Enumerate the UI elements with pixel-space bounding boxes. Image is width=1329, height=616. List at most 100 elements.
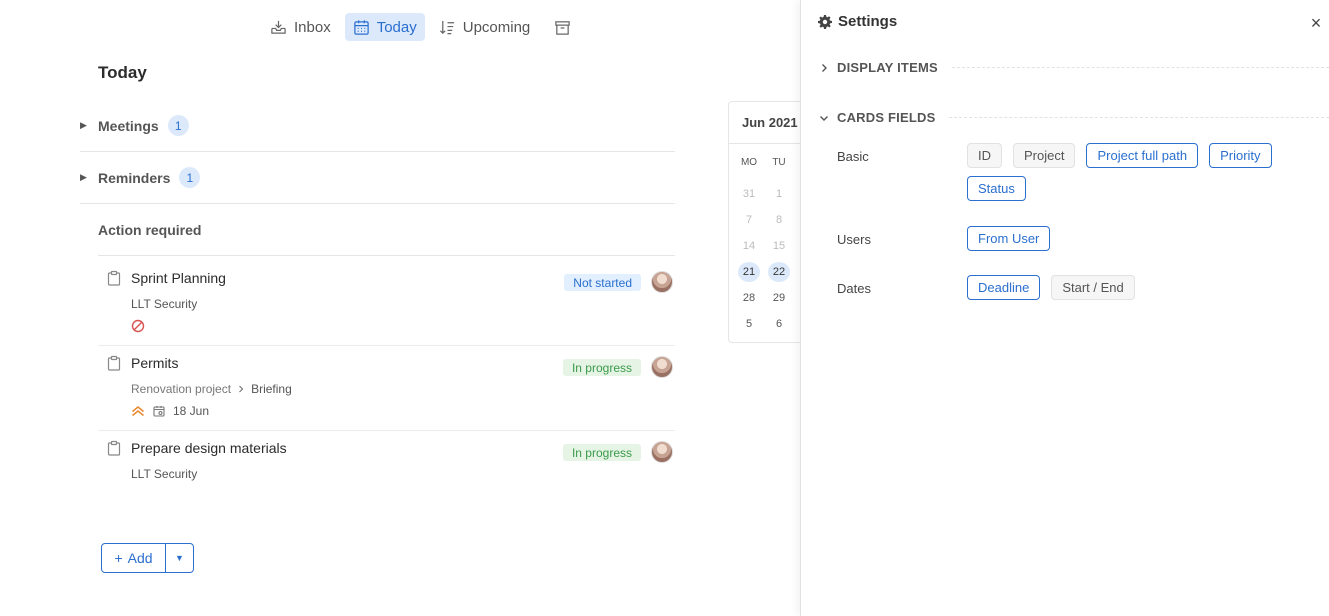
avatar[interactable]	[651, 356, 673, 378]
settings-panel: Settings × DISPLAY ITEMS CARDS FIELDS Ba…	[800, 0, 1329, 616]
calendar-day[interactable]: 5	[738, 314, 760, 334]
calendar-day-highlighted[interactable]: 22	[768, 262, 790, 282]
chip-project-full-path[interactable]: Project full path	[1086, 143, 1199, 168]
display-items-label: DISPLAY ITEMS	[837, 60, 938, 75]
add-button-label: Add	[127, 550, 153, 566]
calendar-day[interactable]: 28	[738, 288, 760, 308]
close-icon[interactable]: ×	[1307, 14, 1325, 32]
chip-priority[interactable]: Priority	[1209, 143, 1272, 168]
field-group-basic-label: Basic	[837, 149, 869, 164]
status-badge[interactable]: Not started	[564, 274, 641, 291]
settings-title-label: Settings	[838, 13, 898, 30]
caret-down-icon: ▼	[175, 553, 184, 563]
calendar-month[interactable]: Jun 2021	[729, 102, 808, 144]
task-row[interactable]: Permits Renovation project Briefing In p…	[98, 347, 675, 431]
chevron-right-icon	[822, 63, 827, 72]
chip-from-user[interactable]: From User	[967, 226, 1051, 251]
clipboard-icon	[107, 440, 121, 456]
chip-status[interactable]: Status	[967, 176, 1026, 201]
gear-icon	[818, 14, 832, 29]
expand-caret-icon[interactable]: ▶	[80, 120, 98, 131]
field-group-users-chips: From User	[967, 226, 1287, 251]
section-reminders[interactable]: ▶ Reminders 1	[80, 152, 675, 204]
field-group-basic-chips: ID Project Project full path Priority St…	[967, 143, 1287, 201]
nav-upcoming[interactable]: Upcoming	[431, 13, 539, 41]
avatar[interactable]	[651, 271, 673, 293]
count-badge: 1	[167, 115, 189, 136]
nav-archive[interactable]	[548, 13, 577, 41]
display-items-header[interactable]: DISPLAY ITEMS	[819, 60, 1329, 75]
chip-project[interactable]: Project	[1013, 143, 1076, 168]
clipboard-icon	[107, 270, 121, 286]
task-row[interactable]: Sprint Planning LLT Security Not started	[98, 262, 675, 346]
calendar-day-highlighted[interactable]: 21	[738, 262, 760, 282]
task-title[interactable]: Permits	[131, 355, 178, 371]
section-meetings-label: Meetings	[98, 117, 159, 134]
nav-today-label: Today	[376, 18, 417, 36]
clipboard-icon	[107, 355, 121, 371]
nav-inbox-label: Inbox	[294, 18, 331, 36]
count-badge: 1	[179, 167, 201, 188]
nav-upcoming-label: Upcoming	[462, 18, 531, 36]
project-name[interactable]: LLT Security	[131, 467, 197, 481]
status-badge[interactable]: In progress	[562, 444, 641, 461]
calendar-day[interactable]: 14	[738, 236, 760, 256]
weekday-label: MO	[740, 157, 758, 168]
chevron-right-icon	[239, 385, 244, 393]
mini-calendar: Jun 2021 MO TU 31 1 7 8 14 15 21 22 28 2…	[728, 101, 808, 343]
add-button-group: + Add ▼	[101, 543, 194, 573]
calendar-day[interactable]: 8	[768, 210, 790, 230]
task-meta	[131, 319, 145, 333]
task-row[interactable]: Prepare design materials LLT Security In…	[98, 432, 675, 492]
calendar-day[interactable]: 29	[768, 288, 790, 308]
top-nav: Inbox Today Upcoming	[262, 13, 577, 41]
calendar-icon	[353, 19, 369, 35]
section-reminders-label: Reminders	[98, 169, 171, 186]
divider	[951, 67, 1329, 68]
section-action-required: Action required	[98, 204, 675, 256]
project-name[interactable]: LLT Security	[131, 297, 197, 311]
nav-today[interactable]: Today	[344, 13, 425, 41]
add-dropdown-button[interactable]: ▼	[166, 544, 193, 572]
cards-fields-label: CARDS FIELDS	[837, 110, 936, 125]
chevron-down-icon	[820, 115, 828, 121]
task-title[interactable]: Prepare design materials	[131, 440, 287, 456]
divider	[949, 117, 1329, 118]
task-title[interactable]: Sprint Planning	[131, 270, 226, 286]
field-group-dates-chips: Deadline Start / End	[967, 275, 1287, 300]
subproject-name[interactable]: Briefing	[251, 382, 292, 396]
task-project: LLT Security	[131, 297, 197, 311]
page-title: Today	[98, 63, 147, 82]
archive-icon	[555, 20, 570, 35]
field-group-dates-label: Dates	[837, 281, 871, 296]
deadline-date[interactable]: 18 Jun	[173, 404, 209, 418]
field-group-users-label: Users	[837, 232, 871, 247]
avatar[interactable]	[651, 441, 673, 463]
sort-list-icon	[439, 20, 454, 34]
chip-deadline[interactable]: Deadline	[967, 275, 1041, 300]
section-meetings[interactable]: ▶ Meetings 1	[80, 100, 675, 152]
status-badge[interactable]: In progress	[562, 359, 641, 376]
calendar-day[interactable]: 1	[768, 184, 790, 204]
task-project: Renovation project Briefing	[131, 382, 292, 396]
calendar-day[interactable]: 31	[738, 184, 760, 204]
inbox-icon	[271, 20, 286, 34]
chip-start-end[interactable]: Start / End	[1051, 275, 1135, 300]
cards-fields-header[interactable]: CARDS FIELDS	[819, 110, 1329, 125]
nav-inbox[interactable]: Inbox	[262, 13, 339, 41]
deadline-calendar-icon	[153, 406, 165, 417]
calendar-day[interactable]: 7	[738, 210, 760, 230]
project-name[interactable]: Renovation project	[131, 382, 231, 396]
task-project: LLT Security	[131, 467, 197, 481]
add-button[interactable]: + Add	[102, 544, 166, 572]
section-action-label: Action required	[98, 221, 202, 238]
task-meta: 18 Jun	[131, 404, 209, 418]
priority-high-icon	[132, 406, 144, 417]
blocked-icon	[131, 319, 145, 333]
expand-caret-icon[interactable]: ▶	[80, 172, 98, 183]
calendar-day[interactable]: 15	[768, 236, 790, 256]
chip-id[interactable]: ID	[967, 143, 1002, 168]
calendar-day[interactable]: 6	[768, 314, 790, 334]
weekday-label: TU	[772, 157, 786, 168]
settings-title: Settings	[818, 13, 897, 30]
